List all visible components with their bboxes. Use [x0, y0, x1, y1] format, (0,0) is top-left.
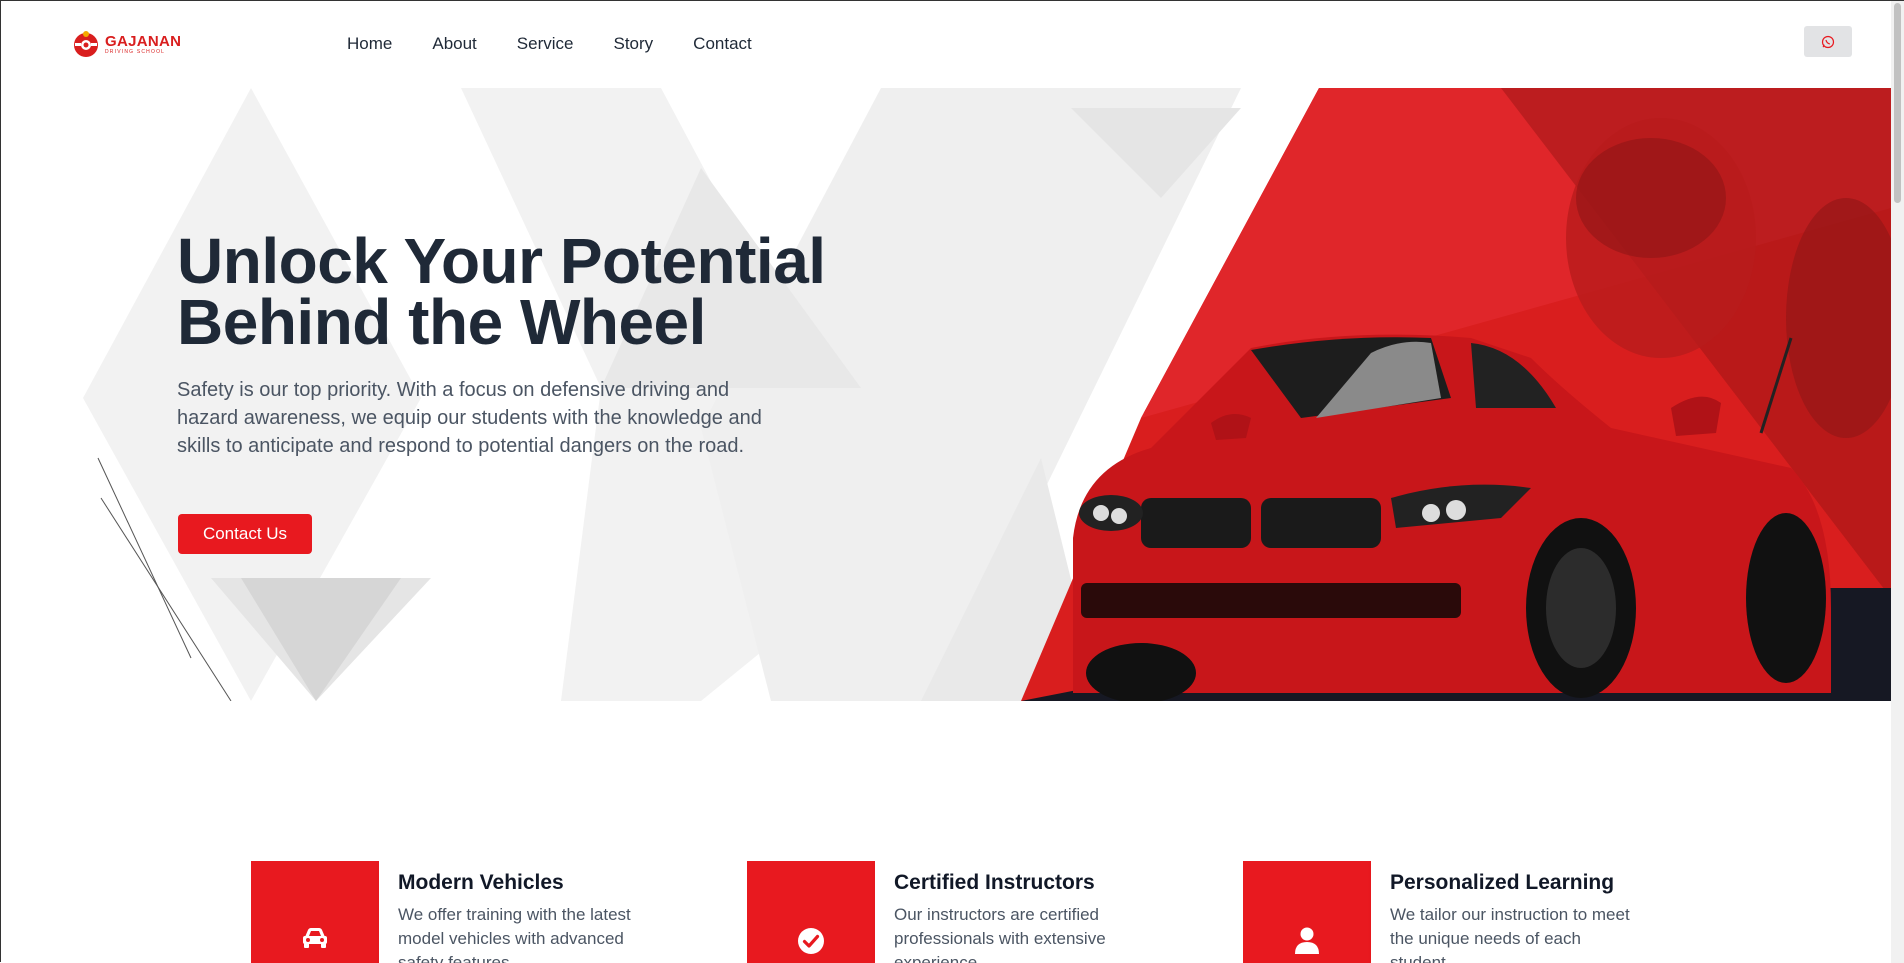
feature-card-modern-vehicles: Modern Vehicles We offer training with t… [251, 861, 651, 963]
nav-home[interactable]: Home [347, 34, 392, 54]
brand-tagline: DRIVING SCHOOL [105, 48, 166, 55]
main-nav: Home About Service Story Contact [347, 34, 752, 54]
check-circle-icon [798, 928, 824, 954]
feature-title: Modern Vehicles [398, 871, 564, 894]
scrollbar-thumb[interactable] [1894, 3, 1901, 203]
feature-card-personalized-learning: Personalized Learning We tailor our inst… [1243, 861, 1643, 963]
user-icon [1295, 927, 1319, 954]
hero-section: Unlock Your Potential Behind the Wheel S… [1, 88, 1891, 701]
feature-description: We tailor our instruction to meet the un… [1390, 905, 1630, 963]
steering-wheel-logo-icon [74, 31, 98, 57]
whatsapp-icon [1821, 35, 1835, 48]
feature-card-certified-instructors: Certified Instructors Our instructors ar… [747, 861, 1147, 963]
feature-title: Personalized Learning [1390, 871, 1615, 894]
hero-title-line2: Behind the Wheel [177, 286, 706, 358]
car-icon [303, 928, 327, 948]
nav-contact[interactable]: Contact [693, 34, 752, 54]
feature-icon-box [251, 861, 379, 963]
feature-icon-box [1243, 861, 1371, 963]
contact-us-button[interactable]: Contact Us [178, 514, 312, 554]
whatsapp-button[interactable] [1804, 26, 1852, 57]
feature-description: Our instructors are certified profession… [894, 905, 1106, 963]
feature-title: Certified Instructors [894, 871, 1095, 894]
nav-about[interactable]: About [432, 34, 476, 54]
nav-service[interactable]: Service [517, 34, 574, 54]
hero-title: Unlock Your Potential Behind the Wheel [177, 229, 877, 354]
brand-name: GAJANAN [105, 32, 182, 50]
brand-logo[interactable]: GAJANAN DRIVING SCHOOL [71, 29, 181, 59]
feature-icon-box [747, 861, 875, 963]
hero-description: Safety is our top priority. With a focus… [177, 379, 762, 457]
feature-description: We offer training with the latest model … [398, 905, 631, 963]
nav-story[interactable]: Story [613, 34, 653, 54]
site-header: GAJANAN DRIVING SCHOOL Home About Servic… [1, 1, 1891, 87]
page-scrollbar[interactable] [1891, 1, 1904, 963]
